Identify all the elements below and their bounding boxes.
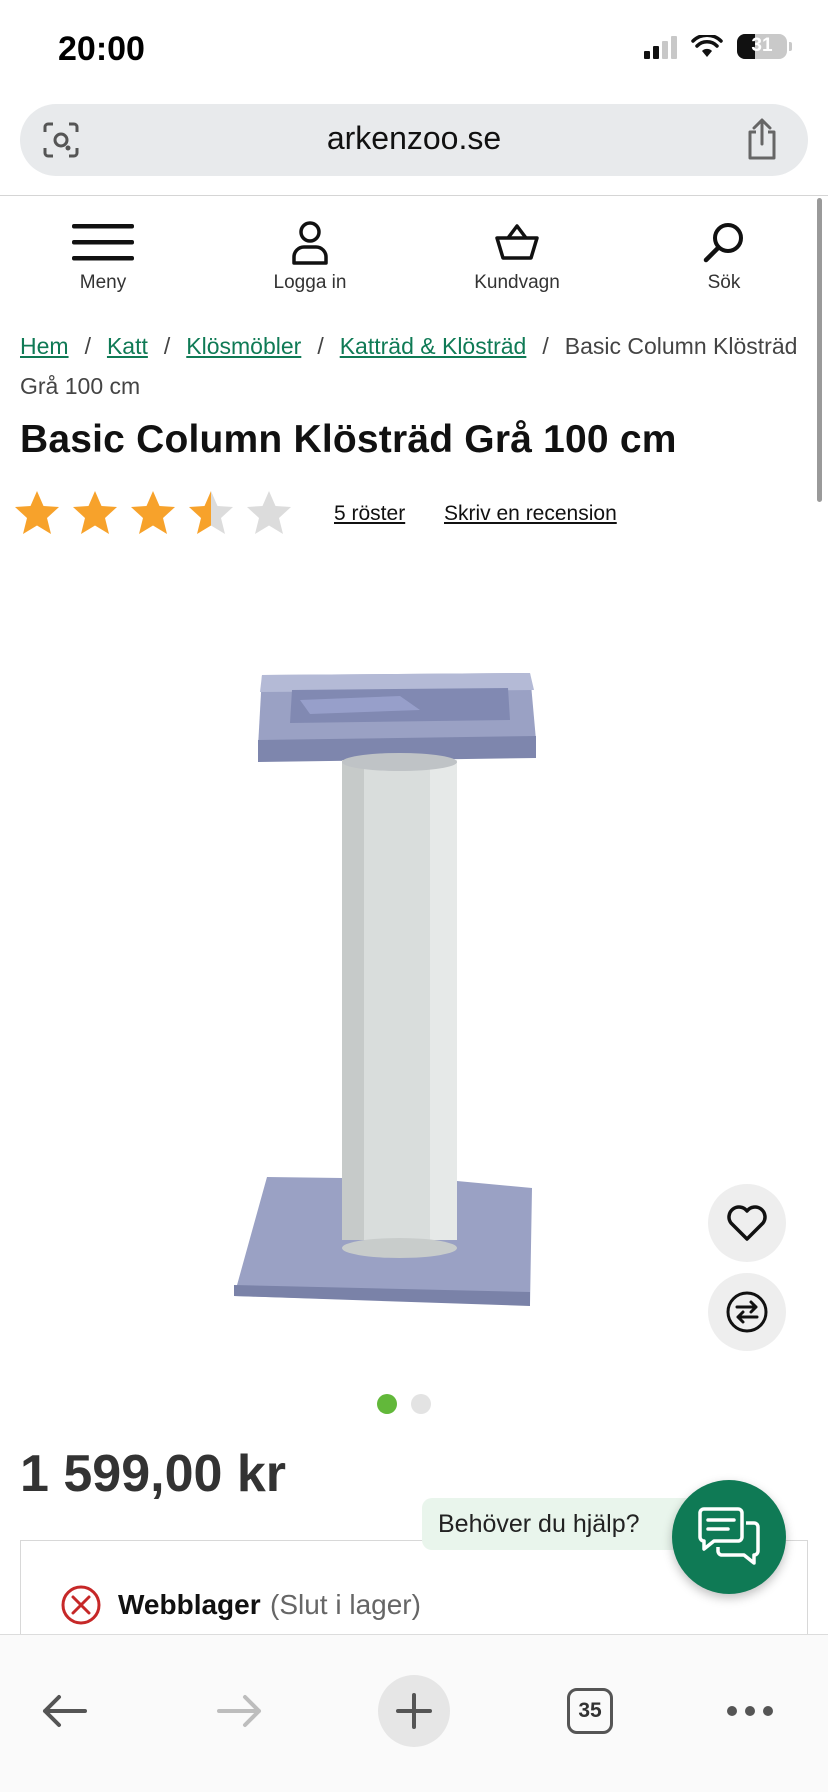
votes-link[interactable]: 5 röster <box>334 502 405 526</box>
product-title: Basic Column Klösträd Grå 100 cm <box>20 418 677 461</box>
compare-button[interactable] <box>708 1273 786 1351</box>
battery-level: 31 <box>751 35 773 56</box>
back-button[interactable] <box>36 1675 92 1747</box>
status-icons: 31 <box>644 34 792 59</box>
search-icon <box>703 223 743 263</box>
help-text: Behöver du hjälp? <box>438 1510 640 1538</box>
carousel-dot[interactable] <box>411 1394 431 1414</box>
arrow-right-icon <box>217 1695 261 1727</box>
star-full-icon <box>131 491 175 534</box>
plus-icon <box>396 1693 432 1729</box>
menu-label: Meny <box>79 272 127 293</box>
breadcrumb-link-kattrad[interactable]: Katträd & Klösträd <box>340 333 527 359</box>
product-price: 1 599,00 kr <box>20 1445 287 1503</box>
share-icon[interactable] <box>744 118 780 160</box>
breadcrumb-link-katt[interactable]: Katt <box>107 333 148 359</box>
star-full-icon <box>15 491 59 534</box>
breadcrumb-separator: / <box>163 333 171 359</box>
tabs-count: 35 <box>567 1688 613 1734</box>
basket-icon <box>495 224 539 260</box>
breadcrumb-link-klosmobler[interactable]: Klösmöbler <box>186 333 301 359</box>
star-full-icon <box>73 491 117 534</box>
site-nav: Meny Logga in Kundvagn Sök <box>0 218 828 298</box>
cellular-signal-icon <box>644 35 677 59</box>
compare-arrows-icon <box>726 1291 768 1333</box>
forward-button[interactable] <box>212 1675 268 1747</box>
menu-button[interactable]: Meny <box>28 218 178 294</box>
browser-toolbar: 35 <box>0 1634 828 1792</box>
carousel-dot[interactable] <box>377 1394 397 1414</box>
url-divider <box>0 195 828 196</box>
arrow-left-icon <box>43 1695 87 1727</box>
more-dots-icon <box>727 1706 773 1716</box>
stock-label: Webblager <box>118 1589 261 1620</box>
new-tab-button[interactable] <box>378 1675 450 1747</box>
cart-label: Kundvagn <box>474 272 560 293</box>
favorite-button[interactable] <box>708 1184 786 1262</box>
address-bar[interactable]: arkenzoo.se <box>20 104 808 176</box>
help-prompt[interactable]: Behöver du hjälp? <box>422 1498 712 1550</box>
breadcrumb-link-hem[interactable]: Hem <box>20 333 69 359</box>
carousel-dots <box>377 1394 431 1414</box>
battery-icon: 31 <box>737 34 787 59</box>
url-text[interactable]: arkenzoo.se <box>20 120 808 157</box>
status-time: 20:00 <box>58 30 145 68</box>
status-bar: 20:00 31 <box>0 0 828 100</box>
breadcrumb-separator: / <box>84 333 91 359</box>
login-label: Logga in <box>273 272 347 293</box>
product-image[interactable] <box>0 580 828 1370</box>
search-button[interactable]: Sök <box>649 218 799 294</box>
breadcrumb: Hem / Katt / Klösmöbler / Katträd & Klösträd / B… <box>20 326 800 406</box>
write-review-link[interactable]: Skriv en recension <box>444 502 617 526</box>
stock-status: (Slut i lager) <box>270 1589 421 1620</box>
rating-stars[interactable] <box>12 488 294 538</box>
tabs-button[interactable]: 35 <box>562 1675 618 1747</box>
chat-button[interactable] <box>672 1480 786 1594</box>
user-icon <box>292 221 328 265</box>
breadcrumb-separator: / <box>317 333 324 359</box>
chat-bubbles-icon <box>698 1507 760 1565</box>
hamburger-icon <box>72 224 134 261</box>
cart-button[interactable]: Kundvagn <box>442 218 592 294</box>
search-label: Sök <box>707 272 741 293</box>
star-half-icon <box>189 491 233 534</box>
breadcrumb-separator: / <box>542 333 549 359</box>
star-empty-icon <box>247 491 291 534</box>
out-of-stock-icon <box>61 1585 101 1625</box>
wifi-icon <box>691 34 723 57</box>
login-button[interactable]: Logga in <box>235 218 385 294</box>
heart-icon <box>727 1205 767 1241</box>
battery-tip <box>789 42 792 51</box>
more-button[interactable] <box>722 1675 778 1747</box>
